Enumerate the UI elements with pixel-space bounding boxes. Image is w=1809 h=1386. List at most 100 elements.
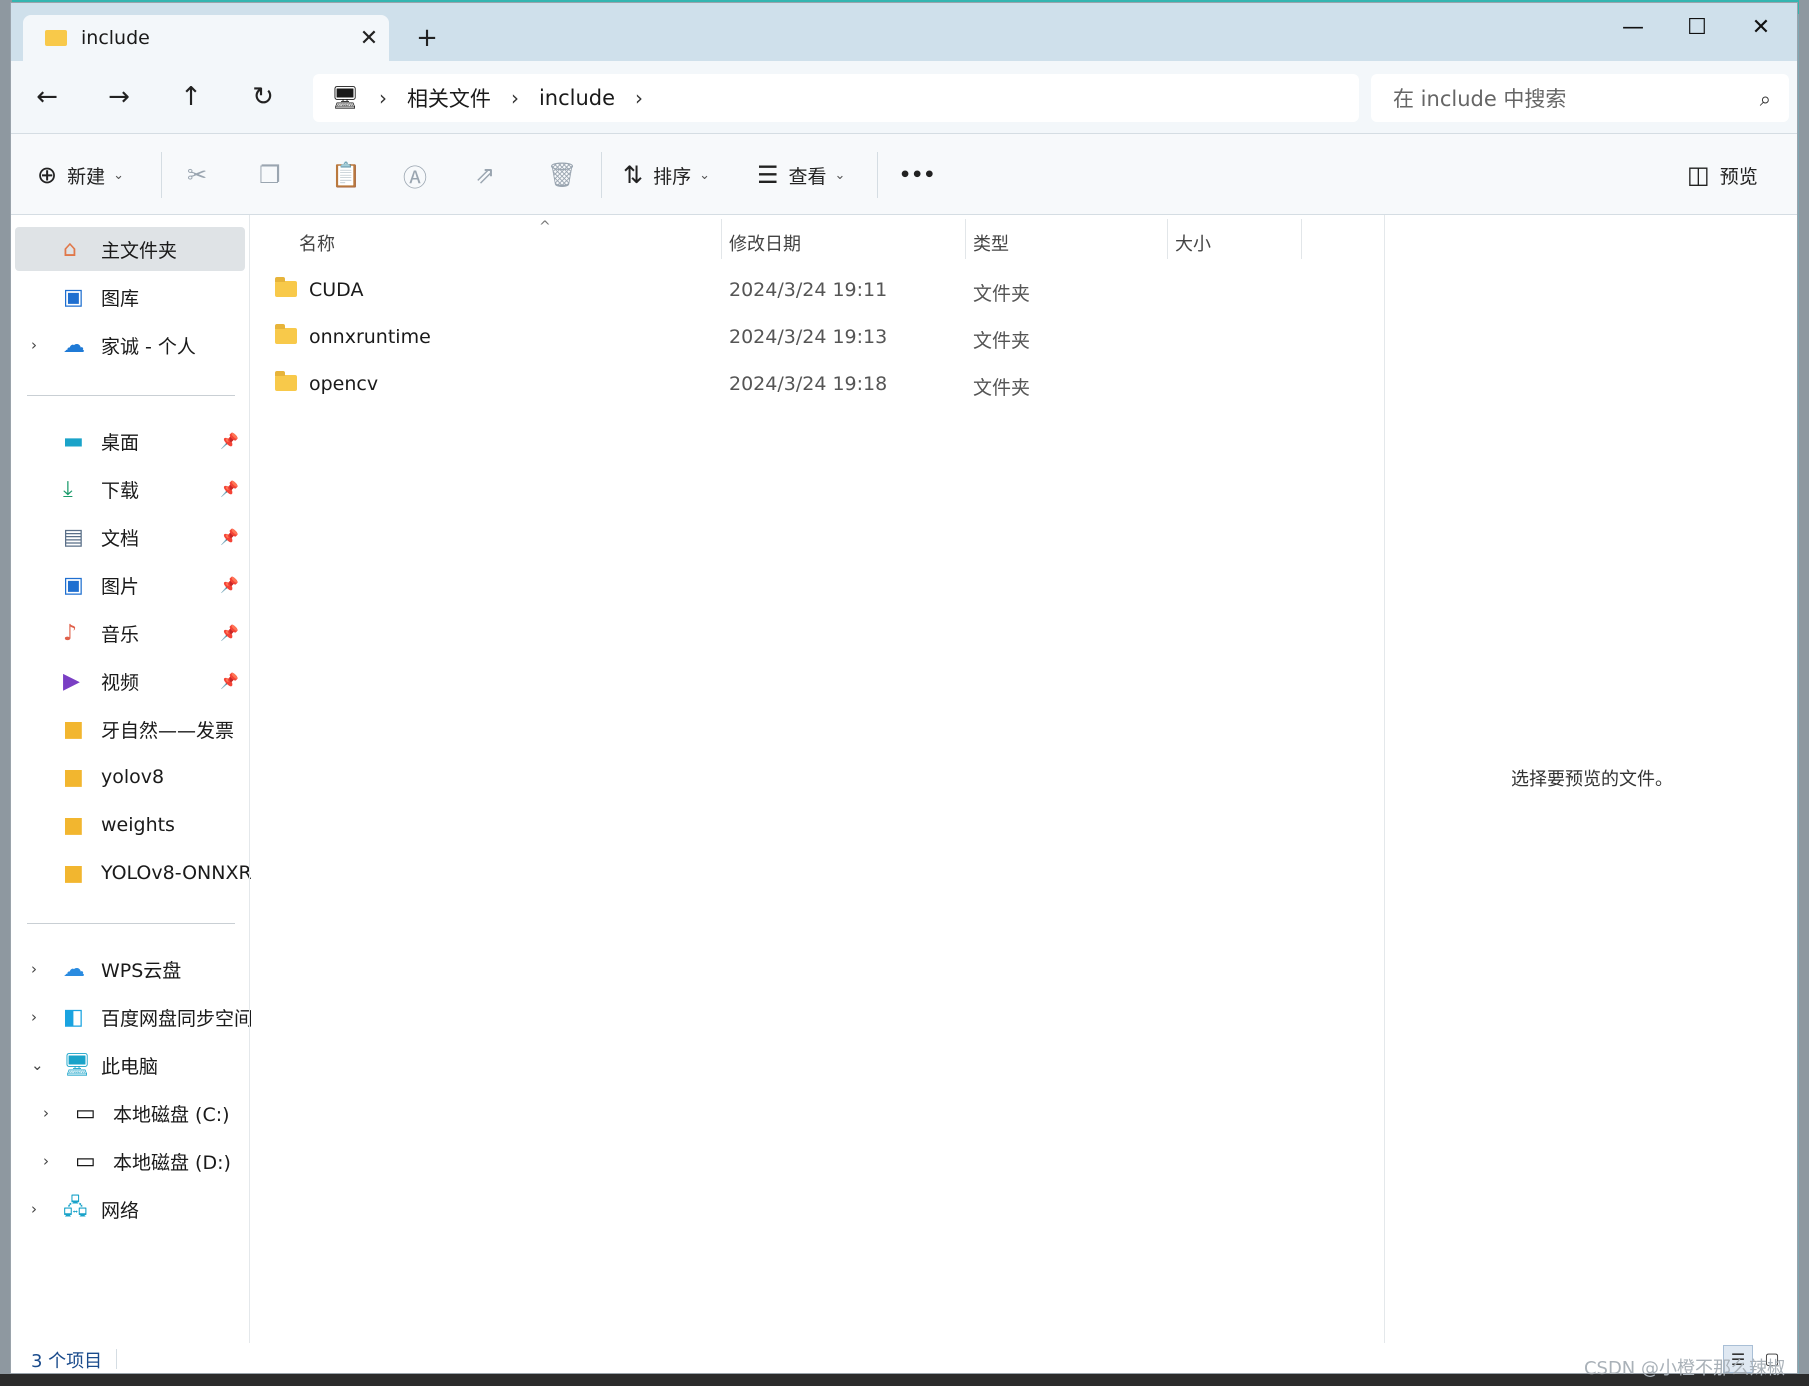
computer-icon[interactable]: 🖥 xyxy=(331,86,359,111)
folder-icon: ■ xyxy=(63,860,84,886)
sidebar-item-music[interactable]: ♪ 音乐 📌 xyxy=(15,611,245,655)
sidebar-divider xyxy=(27,395,235,396)
sidebar-item-folder[interactable]: ■ YOLOv8-ONNXRuntime xyxy=(15,851,251,895)
chevron-down-icon: ⌄ xyxy=(699,167,711,183)
sort-button[interactable]: ⇅ 排序 ⌄ xyxy=(623,154,710,196)
computer-icon: 🖥 xyxy=(63,1052,91,1078)
address-bar[interactable]: 🖥 › 相关文件 › include › xyxy=(313,74,1359,122)
chevron-right-icon[interactable]: › xyxy=(511,86,519,110)
breadcrumb-segment[interactable]: 相关文件 xyxy=(407,83,491,113)
back-button[interactable]: ← xyxy=(25,77,69,117)
sidebar-item-home[interactable]: ⌂ 主文件夹 xyxy=(15,227,245,271)
chevron-right-icon[interactable]: › xyxy=(635,86,643,110)
forward-button[interactable]: → xyxy=(97,77,141,117)
up-button[interactable]: ↑ xyxy=(169,77,213,117)
sidebar-item-label: 牙自然——发票 xyxy=(101,719,235,742)
sidebar-item-gallery[interactable]: ▣ 图库 xyxy=(15,275,245,319)
column-header-modified[interactable]: 修改日期 xyxy=(729,223,959,263)
chevron-right-icon[interactable]: › xyxy=(31,1200,37,1218)
sidebar-item-wps-cloud[interactable]: › ☁ WPS云盘 xyxy=(15,947,245,991)
sidebar-item-folder[interactable]: ■ yolov8 xyxy=(15,755,245,799)
breadcrumb-segment[interactable]: include xyxy=(539,86,615,110)
chevron-right-icon[interactable]: › xyxy=(43,1104,49,1122)
pane-splitter[interactable] xyxy=(249,215,250,1343)
delete-button[interactable]: 🗑 xyxy=(547,154,587,196)
sidebar-item-desktop[interactable]: ▬ 桌面 📌 xyxy=(15,419,245,463)
column-header-name[interactable]: 名称 ^ xyxy=(299,219,671,263)
toolbar-divider xyxy=(877,152,878,198)
pin-icon[interactable]: 📌 xyxy=(220,432,239,450)
sidebar-item-videos[interactable]: ▶ 视频 📌 xyxy=(15,659,245,703)
sidebar-item-documents[interactable]: ▤ 文档 📌 xyxy=(15,515,245,559)
minimize-button[interactable]: — xyxy=(1601,11,1665,45)
sidebar-item-baidu-sync[interactable]: › ◧ 百度网盘同步空间 xyxy=(15,995,251,1039)
file-type: 文件夹 xyxy=(973,377,1031,399)
view-button[interactable]: ☰ 查看 ⌄ xyxy=(757,154,845,196)
file-row[interactable]: onnxruntime 2024/3/24 19:13 文件夹 xyxy=(251,320,1383,360)
column-divider[interactable] xyxy=(1167,219,1168,259)
share-icon: ⇗ xyxy=(475,161,496,189)
home-icon: ⌂ xyxy=(63,236,77,262)
more-options-button[interactable]: ••• xyxy=(899,154,935,196)
sidebar-item-downloads[interactable]: ⤓ 下载 📌 xyxy=(15,467,245,511)
paste-button[interactable]: 📋 xyxy=(331,154,371,196)
folder-icon xyxy=(275,277,297,297)
file-row[interactable]: CUDA 2024/3/24 19:11 文件夹 xyxy=(251,273,1383,313)
column-divider[interactable] xyxy=(721,219,722,259)
refresh-button[interactable]: ↻ xyxy=(241,77,285,117)
folder-icon: ■ xyxy=(63,764,84,790)
rename-button[interactable]: Ⓐ xyxy=(403,154,437,196)
tab-close-icon[interactable]: ✕ xyxy=(349,26,389,51)
close-button[interactable]: ✕ xyxy=(1729,11,1793,45)
sidebar-item-network[interactable]: › 🖧 网络 xyxy=(15,1187,245,1231)
sidebar-item-label: yolov8 xyxy=(101,766,165,788)
cut-icon: ✂ xyxy=(187,161,208,189)
sidebar-item-drive-d[interactable]: › ▭ 本地磁盘 (D:) xyxy=(15,1139,245,1183)
pin-icon[interactable]: 📌 xyxy=(220,528,239,546)
sidebar-item-label: 百度网盘同步空间 xyxy=(101,1007,251,1030)
sidebar-item-drive-c[interactable]: › ▭ 本地磁盘 (C:) xyxy=(15,1091,245,1135)
column-header-type[interactable]: 类型 xyxy=(973,223,1163,263)
cloud-icon: ☁ xyxy=(63,956,85,982)
file-row[interactable]: opencv 2024/3/24 19:18 文件夹 xyxy=(251,367,1383,407)
chevron-right-icon[interactable]: › xyxy=(379,86,387,110)
sidebar-item-folder[interactable]: ■ weights xyxy=(15,803,245,847)
copy-button[interactable]: ❐ xyxy=(259,154,291,196)
preview-pane: 选择要预览的文件。 xyxy=(1384,215,1797,1343)
trash-icon: 🗑 xyxy=(547,161,578,189)
status-bar: 3 个项目 ☰ ▢ xyxy=(11,1343,1797,1373)
desktop-background-right xyxy=(1799,0,1809,1386)
preview-pane-button[interactable]: ◫ 预览 xyxy=(1687,154,1758,196)
chevron-right-icon[interactable]: › xyxy=(31,336,37,354)
new-tab-button[interactable]: + xyxy=(409,23,445,53)
sidebar-item-pictures[interactable]: ▣ 图片 📌 xyxy=(15,563,245,607)
file-name: onnxruntime xyxy=(309,326,431,348)
pin-icon[interactable]: 📌 xyxy=(220,576,239,594)
cut-button[interactable]: ✂ xyxy=(187,154,217,196)
pin-icon[interactable]: 📌 xyxy=(220,624,239,642)
column-divider[interactable] xyxy=(965,219,966,259)
file-modified: 2024/3/24 19:11 xyxy=(729,279,888,301)
pin-icon[interactable]: 📌 xyxy=(220,480,239,498)
sidebar-item-folder[interactable]: ■ 牙自然——发票 xyxy=(15,707,245,751)
plus-circle-icon: ⊕ xyxy=(37,161,58,189)
chevron-right-icon[interactable]: › xyxy=(31,960,37,978)
tab-include[interactable]: include ✕ xyxy=(23,15,389,61)
sidebar-item-onedrive[interactable]: › ☁ 家诚 - 个人 xyxy=(15,323,245,367)
file-name: CUDA xyxy=(309,279,364,301)
chevron-right-icon[interactable]: › xyxy=(43,1152,49,1170)
chevron-down-icon[interactable]: ⌄ xyxy=(31,1056,44,1074)
sidebar-item-this-pc[interactable]: ⌄ 🖥 此电脑 xyxy=(15,1043,245,1087)
share-button[interactable]: ⇗ xyxy=(475,154,505,196)
search-icon[interactable]: ⌕ xyxy=(1760,87,1771,111)
new-button[interactable]: ⊕ 新建 ⌄ xyxy=(37,154,124,196)
column-header-size[interactable]: 大小 xyxy=(1175,223,1295,263)
file-name: opencv xyxy=(309,373,379,395)
paste-icon: 📋 xyxy=(331,161,361,189)
column-divider[interactable] xyxy=(1301,219,1302,259)
maximize-button[interactable]: ☐ xyxy=(1665,11,1729,45)
search-input[interactable]: 在 include 中搜索 ⌕ xyxy=(1371,74,1789,122)
chevron-right-icon[interactable]: › xyxy=(31,1008,37,1026)
file-explorer-window: include ✕ + — ☐ ✕ ← → ↑ ↻ 🖥 › 相关文件 › inc… xyxy=(10,2,1798,1374)
pin-icon[interactable]: 📌 xyxy=(220,672,239,690)
